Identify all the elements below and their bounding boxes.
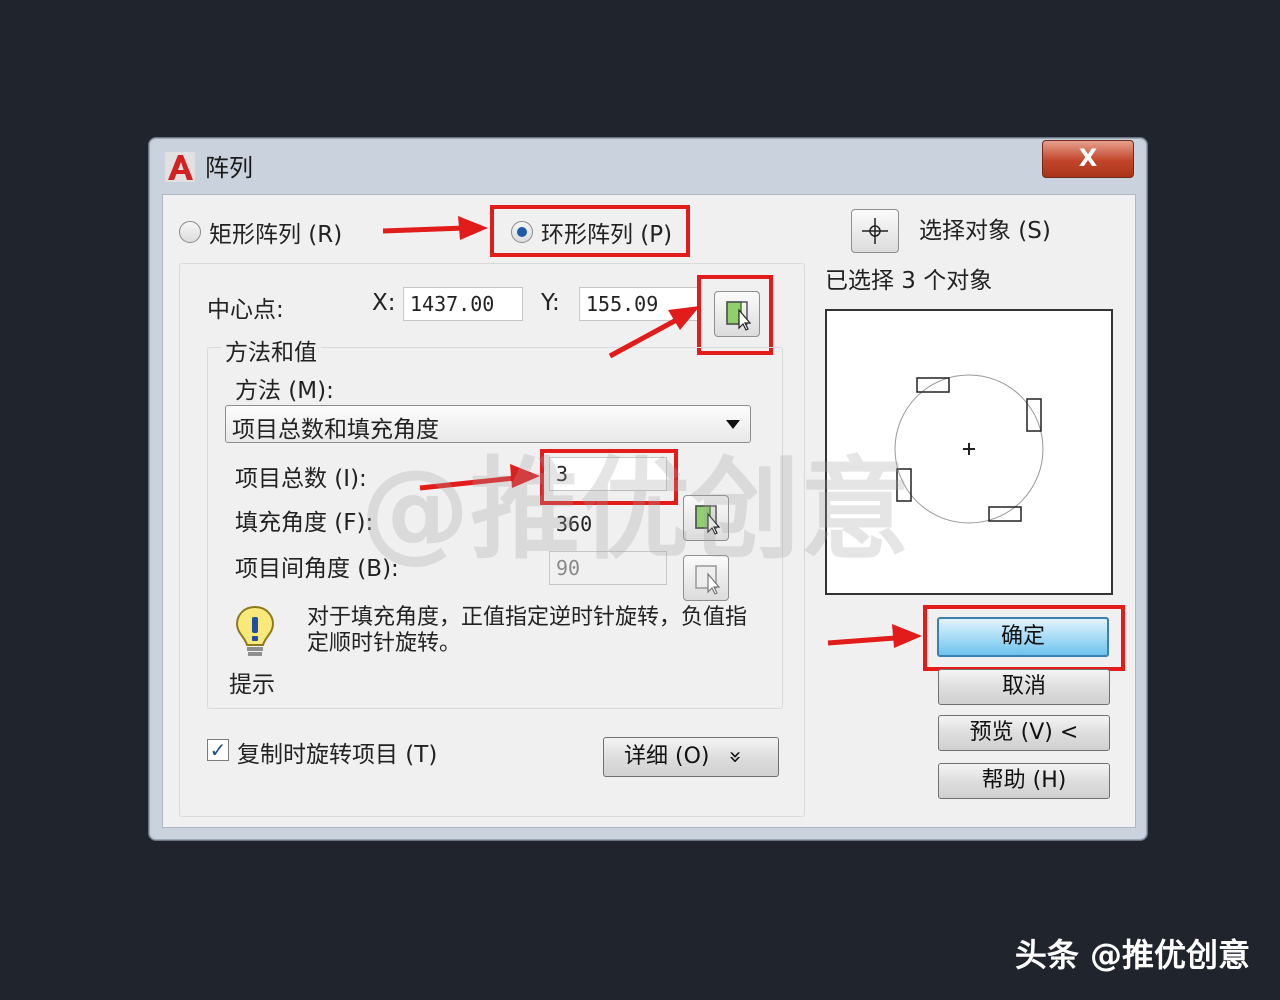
annotation-arrow-ok: [827, 624, 922, 648]
watermark: @推优创意: [360, 446, 910, 574]
annotation-arrow-pick-center: [608, 306, 700, 359]
annotation-arrow-polar: [382, 216, 488, 240]
footer-brand: 头条 @推优创意: [1014, 936, 1250, 974]
